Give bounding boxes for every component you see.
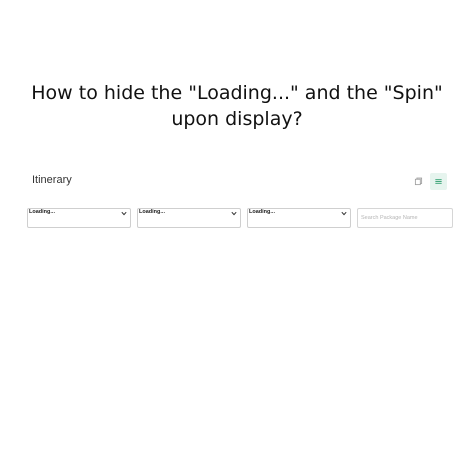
chevron-down-icon xyxy=(121,211,127,216)
chevron-down-icon xyxy=(341,211,347,216)
search-input[interactable] xyxy=(357,208,453,228)
filter-select-3[interactable]: Loading... xyxy=(247,208,351,228)
filter-select-1[interactable]: Loading... xyxy=(27,208,131,228)
filter-select-3-label: Loading... xyxy=(249,209,275,215)
section-title: Itinerary xyxy=(32,174,72,186)
headline-line-1: How to hide the "Loading..." and the "Sp… xyxy=(31,82,443,104)
list-icon xyxy=(435,179,442,184)
copy-icon xyxy=(414,177,423,186)
list-view-button[interactable] xyxy=(430,173,447,190)
chevron-down-icon xyxy=(231,211,237,216)
filter-select-1-label: Loading... xyxy=(29,209,55,215)
headline: How to hide the "Loading..." and the "Sp… xyxy=(0,80,474,132)
grid-view-button[interactable] xyxy=(410,173,427,190)
filter-select-2-label: Loading... xyxy=(139,209,165,215)
headline-line-2: upon display? xyxy=(171,108,303,130)
filter-select-2[interactable]: Loading... xyxy=(137,208,241,228)
view-toggle xyxy=(410,173,447,190)
page: How to hide the "Loading..." and the "Sp… xyxy=(0,0,474,474)
